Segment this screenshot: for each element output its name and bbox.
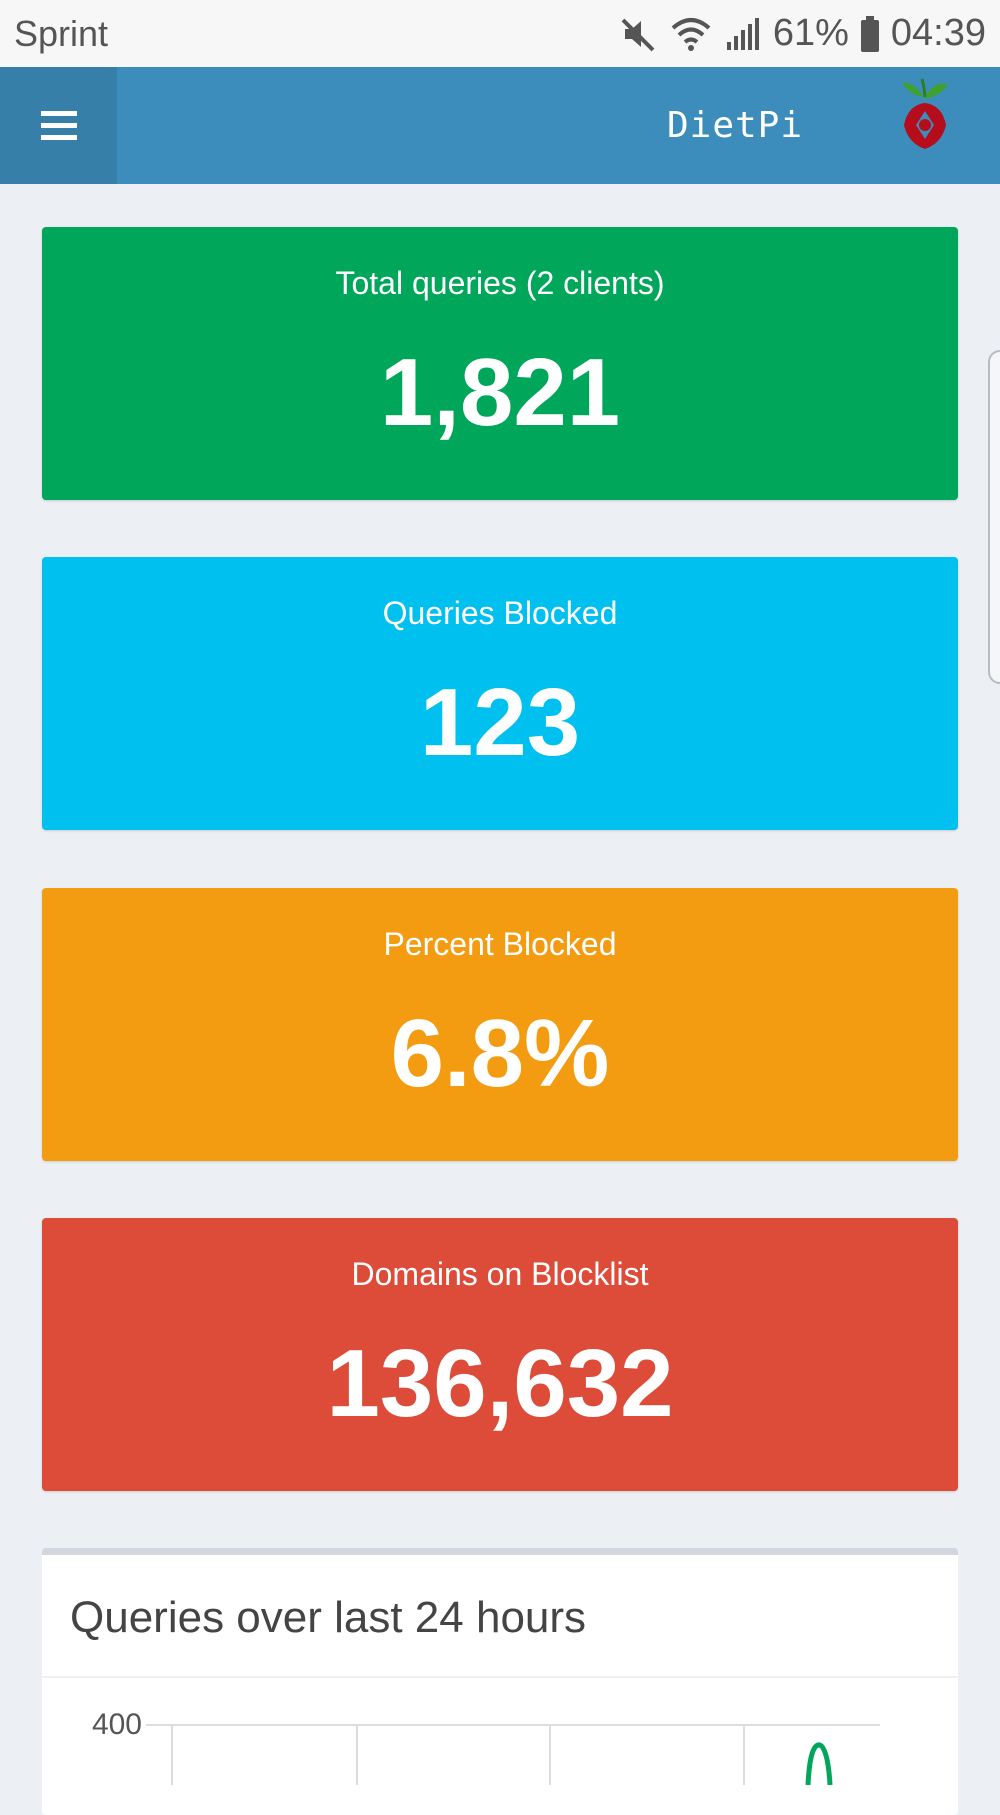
- brand-title[interactable]: DietPi: [610, 67, 860, 184]
- series-line: [805, 1742, 833, 1785]
- queries-blocked-box: Queries Blocked 123: [42, 557, 958, 830]
- battery-percent: 61%: [772, 12, 849, 54]
- stat-label: Total queries (2 clients): [335, 265, 665, 301]
- clock: 04:39: [890, 12, 986, 54]
- stat-value: 6.8%: [390, 1000, 610, 1107]
- stat-value: 136,632: [326, 1330, 674, 1437]
- menu-toggle-button[interactable]: [0, 67, 117, 184]
- battery-icon: [859, 14, 881, 54]
- stat-value: 1,821: [379, 339, 621, 446]
- status-icons: 61% 04:39: [619, 12, 986, 55]
- edge-panel-handle[interactable]: [988, 350, 1000, 684]
- stat-label: Domains on Blocklist: [351, 1256, 649, 1292]
- wifi-icon: [669, 14, 713, 54]
- y-tick-label: 400: [92, 1708, 142, 1741]
- mute-icon: [619, 14, 659, 54]
- percent-blocked-box: Percent Blocked 6.8%: [42, 888, 958, 1161]
- queries-chart-box: Queries over last 24 hours 400: [42, 1548, 958, 1815]
- carrier-label: Sprint: [14, 12, 109, 54]
- blocklist-domains-box: Domains on Blocklist 136,632: [42, 1218, 958, 1491]
- stat-value: 123: [419, 669, 581, 776]
- pihole-logo[interactable]: [890, 75, 960, 175]
- stat-label: Percent Blocked: [383, 926, 617, 962]
- hamburger-icon: [40, 110, 77, 140]
- status-bar: Sprint 61% 04:39: [0, 0, 1000, 67]
- app-header: DietPi: [0, 67, 1000, 184]
- signal-icon: [723, 14, 763, 54]
- total-queries-box: Total queries (2 clients) 1,821: [42, 227, 958, 500]
- stat-label: Queries Blocked: [382, 595, 618, 631]
- queries-line-chart[interactable]: 400: [42, 1555, 958, 1785]
